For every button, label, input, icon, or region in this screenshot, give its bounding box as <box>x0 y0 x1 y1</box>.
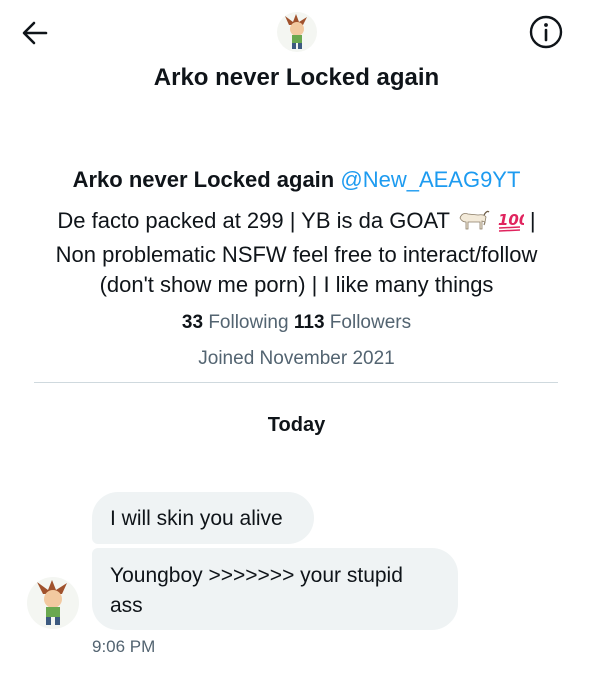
profile-name-line: Arko never Locked again @New_AEAG9YT <box>0 166 593 194</box>
page-title: Arko never Locked again <box>153 64 440 91</box>
profile-stats: 33 Following 113 Followers <box>0 312 593 334</box>
bio-text: | <box>523 208 536 233</box>
followers-label: Followers <box>329 312 412 333</box>
bio-text: De facto packed at 299 | YB is da GOAT <box>57 208 456 233</box>
followers-link[interactable]: 113 Followers <box>294 312 411 333</box>
goat-icon <box>456 208 490 240</box>
profile-summary: Arko never Locked again @New_AEAG9YT De … <box>0 166 593 370</box>
avatar[interactable] <box>27 577 79 629</box>
followers-count: 113 <box>293 312 325 333</box>
profile-handle[interactable]: @New_AEAG9YT <box>340 167 520 192</box>
bio-text: Non problematic NSFW feel free to intera… <box>55 242 538 297</box>
hundred-points-icon: 100 <box>496 208 529 240</box>
message-timestamp: 9:06 PM <box>92 637 156 656</box>
conversation-header: Arko never Locked again <box>0 0 593 110</box>
message-bubble[interactable]: Youngboy >>>>>>> your stupid ass <box>92 548 458 630</box>
profile-name[interactable]: Arko never Locked again <box>73 167 335 192</box>
divider <box>34 382 558 383</box>
joined-date: Joined November 2021 <box>198 348 395 369</box>
following-link[interactable]: 33 Following <box>182 312 294 333</box>
profile-bio: De facto packed at 299 | YB is da GOAT 1… <box>27 206 567 300</box>
back-arrow-icon[interactable] <box>18 16 52 50</box>
avatar[interactable] <box>277 12 317 52</box>
info-icon[interactable] <box>527 13 565 51</box>
svg-text:100: 100 <box>498 211 524 229</box>
message-bubble[interactable]: I will skin you alive <box>92 492 314 544</box>
following-label: Following <box>208 312 289 333</box>
date-separator: Today <box>267 414 326 436</box>
following-count: 33 <box>181 312 204 333</box>
